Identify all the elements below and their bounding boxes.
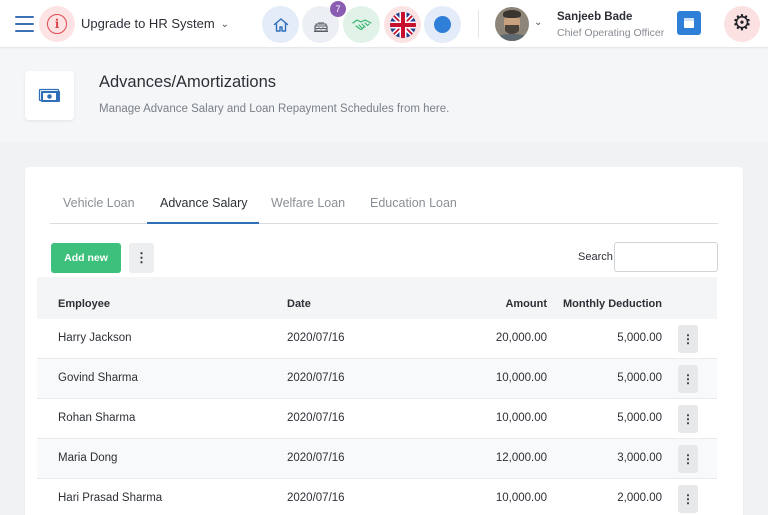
page-subtitle: Manage Advance Salary and Loan Repayment…	[99, 103, 450, 115]
more-options-button[interactable]: ⋮	[129, 243, 154, 273]
date-cell: 2020/07/16	[287, 452, 345, 464]
date-cell: 2020/07/16	[287, 492, 345, 504]
column-employee[interactable]: Employee	[58, 298, 110, 310]
employee-cell: Hari Prasad Sharma	[58, 492, 163, 504]
kebab-icon: ⋮	[135, 250, 148, 265]
home-button[interactable]	[262, 6, 299, 43]
language-button[interactable]	[384, 6, 421, 43]
notification-badge: 7	[330, 1, 346, 17]
info-icon: i	[47, 14, 67, 34]
divider	[478, 10, 479, 38]
kebab-icon: ⋮	[682, 492, 694, 506]
employee-cell: Govind Sharma	[58, 372, 138, 384]
amount-cell: 20,000.00	[495, 332, 547, 344]
row-menu-button[interactable]: ⋮	[678, 325, 698, 353]
tab-vehicle-loan[interactable]: Vehicle Loan	[63, 196, 135, 210]
date-cell: 2020/07/16	[287, 372, 345, 384]
deduction-cell: 5,000.00	[617, 412, 662, 424]
chevron-down-icon[interactable]: ⌄	[534, 17, 542, 28]
employee-cell: Harry Jackson	[58, 332, 132, 344]
upgrade-label: Upgrade to HR System	[81, 16, 215, 31]
hamburger-icon[interactable]	[15, 16, 34, 32]
money-icon	[38, 88, 60, 102]
column-date[interactable]: Date	[287, 298, 311, 310]
avatar[interactable]	[495, 7, 529, 41]
status-button[interactable]	[424, 6, 461, 43]
employee-cell: Rohan Sharma	[58, 412, 136, 424]
active-tab-indicator	[147, 222, 259, 224]
search-input[interactable]	[614, 242, 718, 272]
upgrade-menu[interactable]: Upgrade to HR System ⌄	[81, 16, 229, 31]
row-menu-button[interactable]: ⋮	[678, 365, 698, 393]
chevron-down-icon: ⌄	[220, 19, 230, 30]
deduction-cell: 3,000.00	[617, 452, 662, 464]
gear-icon: ⚙	[732, 11, 752, 36]
table-row: Harry Jackson 2020/07/16 20,000.00 5,000…	[37, 319, 717, 359]
amount-cell: 10,000.00	[495, 412, 547, 424]
tab-welfare-loan[interactable]: Welfare Loan	[271, 196, 345, 210]
page-title: Advances/Amortizations	[99, 73, 276, 91]
deduction-cell: 2,000.00	[617, 492, 662, 504]
page-header	[0, 49, 768, 142]
employee-cell: Maria Dong	[58, 452, 118, 464]
handshake-button[interactable]	[343, 6, 380, 43]
settings-button[interactable]: ⚙	[724, 6, 760, 42]
row-menu-button[interactable]: ⋮	[678, 405, 698, 433]
table-row: Hari Prasad Sharma 2020/07/16 10,000.00 …	[37, 479, 717, 515]
date-cell: 2020/07/16	[287, 412, 345, 424]
add-new-button[interactable]: Add new	[51, 243, 121, 273]
search-label: Search	[578, 251, 613, 263]
page-icon-box	[25, 71, 74, 120]
kebab-icon: ⋮	[682, 332, 694, 346]
row-menu-button[interactable]: ⋮	[678, 485, 698, 513]
tab-bar: Vehicle Loan Advance Salary Welfare Loan…	[50, 186, 718, 224]
user-name: Sanjeeb Bade	[557, 11, 633, 23]
calendar-icon	[684, 18, 694, 28]
tab-education-loan[interactable]: Education Loan	[370, 196, 457, 210]
kebab-icon: ⋮	[682, 452, 694, 466]
column-amount[interactable]: Amount	[505, 298, 547, 310]
handshake-icon	[351, 18, 372, 30]
table-row: Rohan Sharma 2020/07/16 10,000.00 5,000.…	[37, 399, 717, 439]
top-bar: i Upgrade to HR System ⌄ 7 ⌄ Sanjeeb Bad…	[0, 0, 768, 48]
amount-cell: 10,000.00	[495, 492, 547, 504]
kebab-icon: ⋮	[682, 372, 694, 386]
calendar-button[interactable]	[677, 11, 701, 35]
deduction-cell: 5,000.00	[617, 332, 662, 344]
table-row: Govind Sharma 2020/07/16 10,000.00 5,000…	[37, 359, 717, 399]
deduction-cell: 5,000.00	[617, 372, 662, 384]
row-menu-button[interactable]: ⋮	[678, 445, 698, 473]
table-row: Maria Dong 2020/07/16 12,000.00 3,000.00…	[37, 439, 717, 479]
amount-cell: 12,000.00	[495, 452, 547, 464]
kebab-icon: ⋮	[682, 412, 694, 426]
uk-flag-icon	[389, 11, 416, 38]
home-icon	[273, 17, 288, 32]
user-role: Chief Operating Officer	[557, 27, 665, 39]
column-monthly-deduction[interactable]: Monthly Deduction	[563, 298, 662, 310]
status-dot-icon	[434, 16, 451, 33]
cake-icon	[313, 21, 328, 32]
table-header: Employee Date Amount Monthly Deduction	[37, 277, 717, 319]
info-button[interactable]: i	[39, 6, 75, 42]
amount-cell: 10,000.00	[495, 372, 547, 384]
date-cell: 2020/07/16	[287, 332, 345, 344]
advances-table: Employee Date Amount Monthly Deduction H…	[37, 277, 717, 515]
tab-advance-salary[interactable]: Advance Salary	[160, 196, 248, 210]
